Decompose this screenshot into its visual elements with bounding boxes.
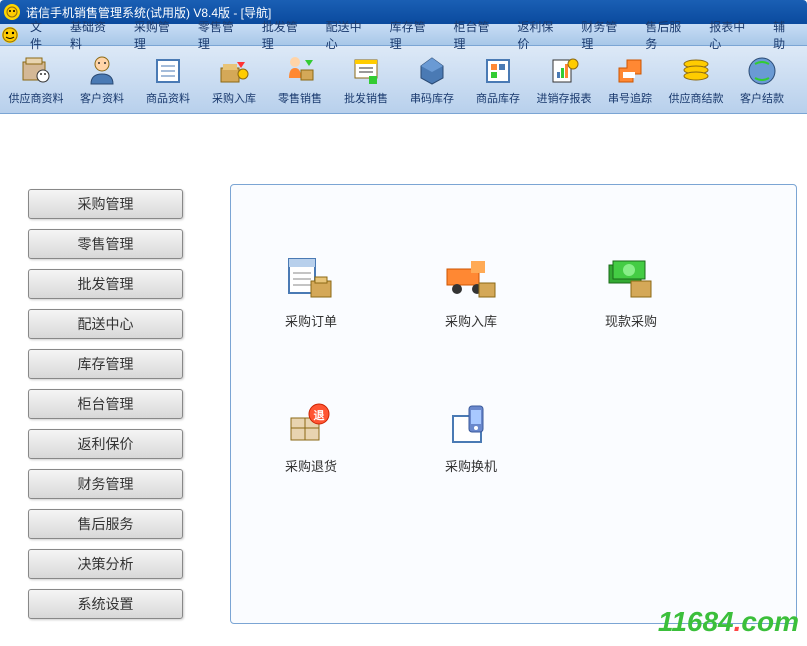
sidebar: 采购管理 零售管理 批发管理 配送中心 库存管理 柜台管理 返利保价 财务管理 … (0, 114, 220, 646)
menu-service[interactable]: 售后服务 (637, 16, 701, 54)
tb-goods[interactable]: 商品资料 (136, 49, 200, 111)
tb-label: 商品库存 (476, 90, 520, 106)
item-purchase-return[interactable]: 退 采购退货 (271, 400, 351, 475)
item-label: 采购入库 (445, 311, 497, 330)
side-inventory[interactable]: 库存管理 (28, 349, 183, 379)
menu-file[interactable]: 文件 (22, 16, 62, 54)
menu-inventory[interactable]: 库存管理 (382, 16, 446, 54)
wholesale-icon (349, 54, 383, 88)
tb-wholesale[interactable]: 批发销售 (334, 49, 398, 111)
tb-label: 零售销售 (278, 90, 322, 106)
menu-rebate[interactable]: 返利保价 (509, 16, 573, 54)
tb-label: 供应商结款 (669, 90, 724, 106)
item-label: 采购换机 (445, 456, 497, 475)
menu-finance[interactable]: 财务管理 (573, 16, 637, 54)
report-icon (547, 54, 581, 88)
side-wholesale[interactable]: 批发管理 (28, 269, 183, 299)
item-cash-purchase[interactable]: 现款采购 (591, 255, 671, 330)
side-settings[interactable]: 系统设置 (28, 589, 183, 619)
watermark-text2: com (741, 606, 799, 637)
side-service[interactable]: 售后服务 (28, 509, 183, 539)
tb-customer[interactable]: 客户资料 (70, 49, 134, 111)
item-purchase-order[interactable]: 采购订单 (271, 255, 351, 330)
inbound-icon (443, 255, 499, 303)
side-delivery[interactable]: 配送中心 (28, 309, 183, 339)
tb-label: 客户资料 (80, 90, 124, 106)
menu-aux[interactable]: 辅助 (765, 16, 805, 54)
tb-supplier[interactable]: 供应商资料 (4, 49, 68, 111)
watermark-text1: 11684 (658, 606, 734, 637)
item-label: 采购退货 (285, 456, 337, 475)
order-icon (283, 255, 339, 303)
side-rebate[interactable]: 返利保价 (28, 429, 183, 459)
toolbar: 供应商资料 客户资料 商品资料 采购入库 零售销售 批发销售 串码库存 商品库存… (0, 46, 807, 114)
menu-purchase[interactable]: 采购管理 (126, 16, 190, 54)
menu-delivery[interactable]: 配送中心 (318, 16, 382, 54)
customer-pay-icon (745, 54, 779, 88)
menu-basic-data[interactable]: 基础资料 (62, 16, 126, 54)
item-purchase-inbound[interactable]: 采购入库 (431, 255, 511, 330)
supplier-icon (19, 54, 53, 88)
purchase-in-icon (217, 54, 251, 88)
menu-reports[interactable]: 报表中心 (701, 16, 765, 54)
side-counter[interactable]: 柜台管理 (28, 389, 183, 419)
tb-label: 供应商资料 (9, 90, 64, 106)
item-label: 采购订单 (285, 311, 337, 330)
item-label: 现款采购 (605, 311, 657, 330)
supplier-pay-icon (679, 54, 713, 88)
tb-retail[interactable]: 零售销售 (268, 49, 332, 111)
item-purchase-exchange[interactable]: 采购换机 (431, 400, 511, 475)
tb-label: 客户结款 (740, 90, 784, 106)
tb-label: 批发销售 (344, 90, 388, 106)
main-panel: 采购订单 采购入库 现款采购 退 采购退货 采购换机 (220, 114, 807, 646)
menu-retail[interactable]: 零售管理 (190, 16, 254, 54)
content-panel: 采购订单 采购入库 现款采购 退 采购退货 采购换机 (230, 184, 797, 624)
icon-grid: 采购订单 采购入库 现款采购 退 采购退货 采购换机 (271, 255, 756, 475)
menu-wholesale[interactable]: 批发管理 (254, 16, 318, 54)
customer-icon (85, 54, 119, 88)
tb-serial-stock[interactable]: 串码库存 (400, 49, 464, 111)
tb-report[interactable]: 进销存报表 (532, 49, 596, 111)
tb-label: 采购入库 (212, 90, 256, 106)
app-logo-icon (4, 4, 20, 20)
tb-track[interactable]: 串号追踪 (598, 49, 662, 111)
serial-stock-icon (415, 54, 449, 88)
content: 采购管理 零售管理 批发管理 配送中心 库存管理 柜台管理 返利保价 财务管理 … (0, 114, 807, 646)
exchange-icon (443, 400, 499, 448)
tb-purchase-in[interactable]: 采购入库 (202, 49, 266, 111)
tb-label: 串号追踪 (608, 90, 652, 106)
side-decision[interactable]: 决策分析 (28, 549, 183, 579)
cash-icon (603, 255, 659, 303)
tb-label: 商品资料 (146, 90, 190, 106)
goods-stock-icon (481, 54, 515, 88)
tb-goods-stock[interactable]: 商品库存 (466, 49, 530, 111)
svg-text:退: 退 (314, 408, 325, 422)
tb-customer-pay[interactable]: 客户结款 (730, 49, 794, 111)
menu-logo-icon (2, 27, 18, 43)
side-retail[interactable]: 零售管理 (28, 229, 183, 259)
menu-counter[interactable]: 柜台管理 (446, 16, 510, 54)
track-icon (613, 54, 647, 88)
watermark: 11684.com (658, 606, 799, 638)
tb-label: 进销存报表 (537, 90, 592, 106)
goods-icon (151, 54, 185, 88)
retail-icon (283, 54, 317, 88)
menubar: 文件 基础资料 采购管理 零售管理 批发管理 配送中心 库存管理 柜台管理 返利… (0, 24, 807, 46)
tb-supplier-pay[interactable]: 供应商结款 (664, 49, 728, 111)
side-purchase[interactable]: 采购管理 (28, 189, 183, 219)
return-icon: 退 (283, 400, 339, 448)
side-finance[interactable]: 财务管理 (28, 469, 183, 499)
tb-label: 串码库存 (410, 90, 454, 106)
